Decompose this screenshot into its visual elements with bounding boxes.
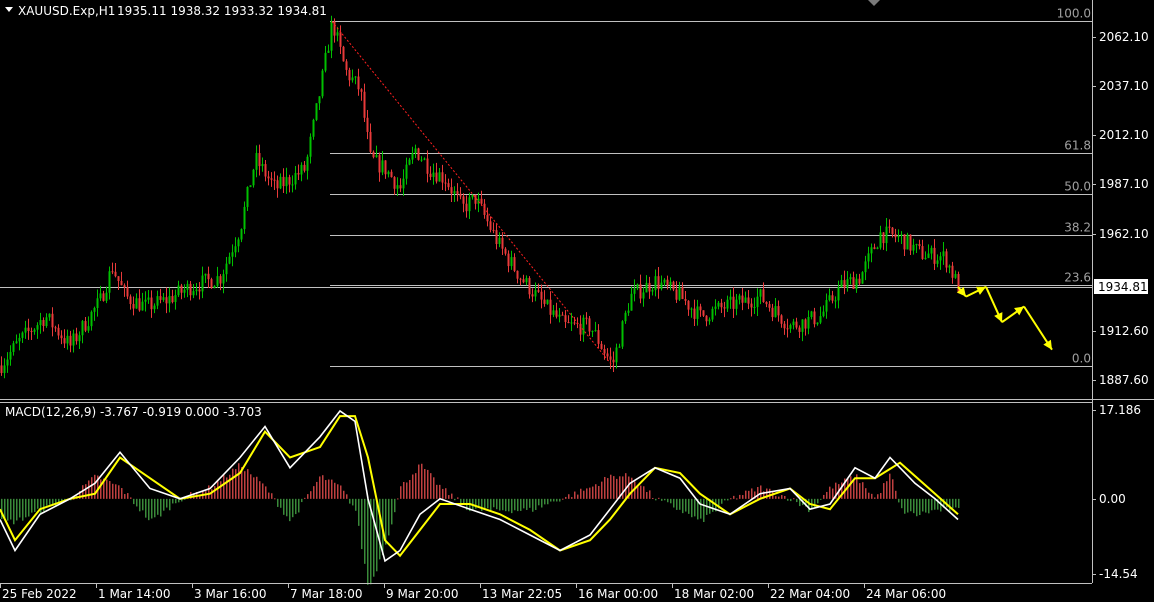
fib-level-label: 23.6 — [1064, 271, 1091, 285]
candle — [417, 147, 420, 161]
price-tick-label: 1987.10 — [1099, 177, 1149, 191]
time-tick-label: 3 Mar 16:00 — [194, 587, 267, 601]
candle — [906, 232, 909, 250]
candle — [321, 68, 324, 99]
ohlc-values: 1935.11 1938.32 1933.32 1934.81 — [117, 4, 327, 18]
symbol-header: XAUUSD.Exp,H1 1935.11 1938.32 1933.32 19… — [5, 4, 327, 18]
price-tick-label: 2062.10 — [1099, 30, 1149, 44]
fib-level-label: 38.2 — [1064, 221, 1091, 235]
svg-text:1934.81: 1934.81 — [1098, 280, 1148, 294]
fib-level-label: 100.0 — [1057, 7, 1091, 21]
time-tick-label: 24 Mar 06:00 — [866, 587, 946, 601]
symbol-label: XAUUSD.Exp,H1 — [18, 4, 115, 18]
time-tick-label: 13 Mar 22:05 — [482, 587, 562, 601]
current-price-marker: 1934.81 — [1094, 279, 1148, 294]
fib-level-label: 61.8 — [1064, 139, 1091, 153]
time-tick-label: 16 Mar 00:00 — [578, 587, 658, 601]
candle — [249, 185, 252, 188]
macd-tick-label: -14.54 — [1099, 567, 1138, 581]
candle — [957, 271, 960, 294]
candle — [861, 271, 864, 284]
price-tick-label: 1962.10 — [1099, 227, 1149, 241]
candle — [621, 320, 624, 349]
macd-tick-label: 17.186 — [1099, 403, 1141, 417]
price-tick-label: 2012.10 — [1099, 128, 1149, 142]
time-tick-label: 9 Mar 20:00 — [386, 587, 459, 601]
price-tick-label: 1912.60 — [1099, 324, 1149, 338]
trading-chart[interactable]: 100.0 61.8 50.0 38.2 23.6 0.0 2062.10 2037.10 2… — [0, 0, 1154, 602]
macd-title: MACD(12,26,9) -3.767 -0.919 0.000 -3.703 — [5, 405, 262, 419]
time-tick-label: 7 Mar 18:00 — [290, 587, 363, 601]
candle — [342, 45, 345, 62]
fib-level-label: 0.0 — [1072, 352, 1091, 366]
fib-level-label: 50.0 — [1064, 180, 1091, 194]
candle — [315, 103, 318, 122]
time-tick-label: 1 Mar 14:00 — [98, 587, 171, 601]
time-tick-label: 18 Mar 02:00 — [674, 587, 754, 601]
price-tick-label: 2037.10 — [1099, 79, 1149, 93]
time-tick-label: 25 Feb 2022 — [2, 587, 77, 601]
price-tick-label: 1887.60 — [1099, 373, 1149, 387]
candle — [252, 168, 255, 188]
time-tick-label: 22 Mar 04:00 — [770, 587, 850, 601]
macd-tick-label: 0.00 — [1099, 492, 1126, 506]
candle — [312, 118, 315, 140]
candle — [210, 277, 213, 289]
